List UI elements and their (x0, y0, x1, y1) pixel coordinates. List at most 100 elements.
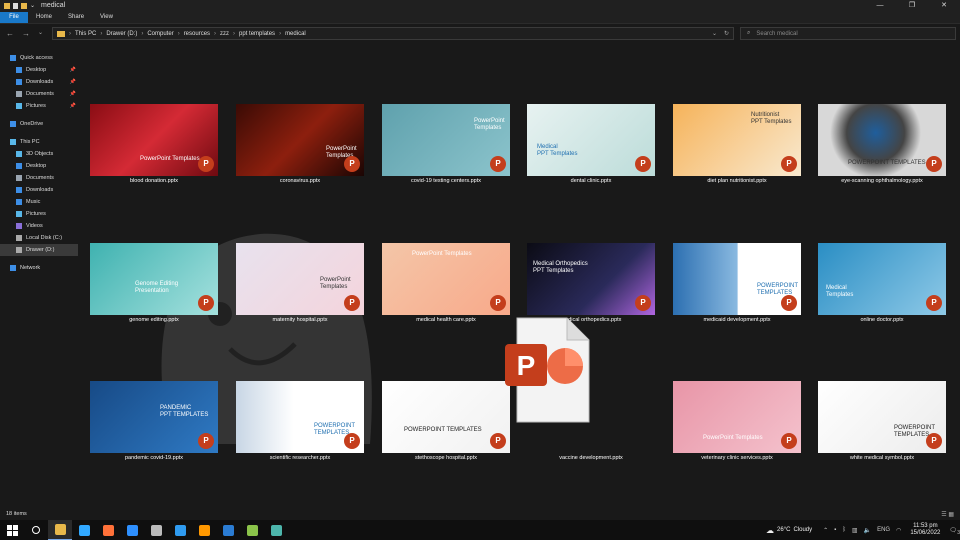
sidebar-item[interactable]: Local Disk (C:) (0, 232, 78, 244)
chevron-up-icon[interactable]: ⌃ (823, 527, 828, 534)
close-button[interactable]: ✕ (928, 0, 960, 11)
chevron-down-icon[interactable]: ⌄ (30, 2, 35, 9)
breadcrumb-item[interactable]: This PC (75, 31, 96, 37)
sidebar-item[interactable]: Pictures 📌 (0, 100, 78, 112)
chevron-right-icon[interactable]: › (141, 31, 143, 37)
sidebar-item-label: Documents (26, 175, 54, 181)
file-tile[interactable]: PowerPoint Templates P coronavirus.pptx (226, 89, 364, 184)
file-tile[interactable]: Nutritionist PPT Templates Pdiet plan nut… (663, 89, 801, 184)
chevron-right-icon[interactable]: › (279, 31, 281, 37)
vscode-button[interactable] (168, 520, 192, 540)
chevron-right-icon[interactable]: › (214, 31, 216, 37)
paint-button[interactable] (240, 520, 264, 540)
file-explorer-button[interactable] (48, 520, 72, 540)
sidebar-item[interactable]: Quick access (0, 52, 78, 64)
language-indicator[interactable]: ENG (877, 527, 890, 533)
file-thumbnail: Medical Templates P (818, 243, 946, 315)
notes-button[interactable] (264, 520, 288, 540)
sidebar-item[interactable]: 3D Objects (0, 148, 78, 160)
search-input[interactable]: Search medical (756, 31, 797, 37)
file-tile[interactable]: POWERPOINT TEMPLATES P scientific research… (226, 366, 364, 461)
address-bar[interactable]: › This PC › Drawer (D:) › Computer › resources ›… (52, 27, 734, 40)
file-tile[interactable]: POWERPOINT TEMPLATES P medicaid developmen… (663, 228, 801, 323)
firefox-button[interactable] (96, 520, 120, 540)
file-tile[interactable]: Genome Editing Presentation Pgenome editi… (80, 228, 218, 323)
file-tile[interactable]: PowerPoint Templates Pmedical health care… (372, 228, 510, 323)
sidebar-item[interactable]: OneDrive (0, 118, 78, 130)
volume-icon[interactable]: 🔈 (864, 527, 871, 534)
sidebar-item[interactable]: Documents (0, 172, 78, 184)
tab-home[interactable]: Home (28, 14, 60, 20)
photoshop-button[interactable] (72, 520, 96, 540)
sidebar-item[interactable]: Desktop (0, 160, 78, 172)
breadcrumb-item[interactable]: zzz (220, 31, 229, 37)
sidebar-item[interactable]: Downloads (0, 184, 78, 196)
chevron-right-icon[interactable]: › (100, 31, 102, 37)
weather-widget[interactable]: ☁ 26°C Cloudy (766, 526, 812, 535)
tab-view[interactable]: View (92, 14, 121, 20)
file-tile[interactable]: Pvaccine development.pptx (505, 317, 647, 461)
breadcrumb-item[interactable]: medical (285, 31, 306, 37)
new-folder-icon[interactable] (21, 2, 27, 9)
file-tile[interactable]: PowerPoint Templates Pcovid-19 testing ce… (372, 89, 510, 184)
file-tile[interactable]: Medical Templates P online doctor.pptx (808, 228, 946, 323)
large-icons-view-icon[interactable]: ▦ (948, 512, 954, 518)
firefox-dev-button[interactable] (120, 520, 144, 540)
file-tile[interactable]: PowerPoint Templates Pveterinary clinic s… (663, 366, 801, 461)
file-tile[interactable]: Medical Orthopedics PPT Templates Pmedica… (517, 228, 655, 323)
forward-arrow-icon[interactable]: → (22, 29, 30, 38)
search-box[interactable]: ⌕ Search medical (740, 27, 956, 40)
sidebar-item[interactable]: Desktop 📌 (0, 64, 78, 76)
sidebar-item[interactable]: Drawer (D:) (0, 244, 78, 256)
chevron-right-icon[interactable]: › (178, 31, 180, 37)
breadcrumb-item[interactable]: resources (184, 31, 210, 37)
bluetooth-icon[interactable]: ᛒ (842, 527, 846, 533)
breadcrumb-item[interactable]: ppt templates (239, 31, 275, 37)
chevron-right-icon[interactable]: › (69, 31, 71, 37)
sidebar-item[interactable]: Pictures (0, 208, 78, 220)
file-tile[interactable]: POWERPOINT TEMPLATES P white medical symbo… (808, 366, 946, 461)
notification-icon[interactable]: 🗨 3 (949, 527, 960, 536)
minimize-button[interactable]: — (864, 0, 896, 11)
file-tile[interactable]: Medical PPT Templates Pdental clinic.pptx (517, 89, 655, 184)
breadcrumb-item[interactable]: Drawer (D:) (106, 31, 137, 37)
file-tile[interactable]: PANDEMIC PPT TEMPLATES Ppandemic covid-19… (80, 366, 218, 461)
address-dropdown-icon[interactable]: ⌄ (712, 30, 717, 37)
network-icon[interactable]: ▥ (852, 527, 858, 534)
file-tile[interactable]: POWERPOINT TEMPLATES Peye-scanning ophtha… (808, 89, 946, 184)
terminal-button[interactable] (144, 520, 168, 540)
documents-icon (16, 175, 22, 181)
sidebar-item[interactable]: This PC (0, 136, 78, 148)
properties-icon[interactable] (13, 2, 18, 9)
file-tile[interactable]: POWERPOINT TEMPLATES Pstethoscope hospita… (372, 366, 510, 461)
tab-file[interactable]: File (0, 11, 28, 23)
recent-chevron-icon[interactable]: ⌄ (38, 29, 43, 38)
sidebar-item[interactable]: Network (0, 262, 78, 274)
sidebar-item[interactable]: Videos (0, 220, 78, 232)
tray-app-icon[interactable]: ▪ (834, 527, 836, 533)
file-tile[interactable]: PowerPoint Templates Pblood donation.pptx (80, 89, 218, 184)
windows-start-button[interactable] (0, 520, 24, 540)
sublime-button[interactable] (192, 520, 216, 540)
sidebar-item-label: Music (26, 199, 41, 205)
pin-icon: 📌 (69, 91, 76, 97)
details-view-icon[interactable]: ☰ (941, 512, 946, 518)
maximize-button[interactable]: ❐ (896, 0, 928, 11)
folder-icon[interactable] (4, 2, 10, 9)
word-button[interactable] (216, 520, 240, 540)
chevron-right-icon[interactable]: › (233, 31, 235, 37)
sidebar-item[interactable]: Downloads 📌 (0, 76, 78, 88)
sidebar-item[interactable]: Music (0, 196, 78, 208)
search-icon (32, 526, 40, 534)
sidebar-item[interactable]: Documents 📌 (0, 88, 78, 100)
powerpoint-badge-icon: P (198, 156, 214, 172)
refresh-icon[interactable]: ↻ (724, 30, 729, 37)
back-arrow-icon[interactable]: ← (6, 29, 14, 38)
file-tile[interactable]: PowerPoint Templates Pmaternity hospital.… (226, 228, 364, 323)
wifi-icon[interactable]: ◠ (896, 527, 901, 534)
search-button[interactable] (24, 520, 48, 540)
clock[interactable]: 11:53 pm 15/06/2022 (910, 523, 940, 537)
breadcrumb-item[interactable]: Computer (147, 31, 173, 37)
file-name: online doctor.pptx (860, 317, 904, 323)
tab-share[interactable]: Share (60, 14, 92, 20)
